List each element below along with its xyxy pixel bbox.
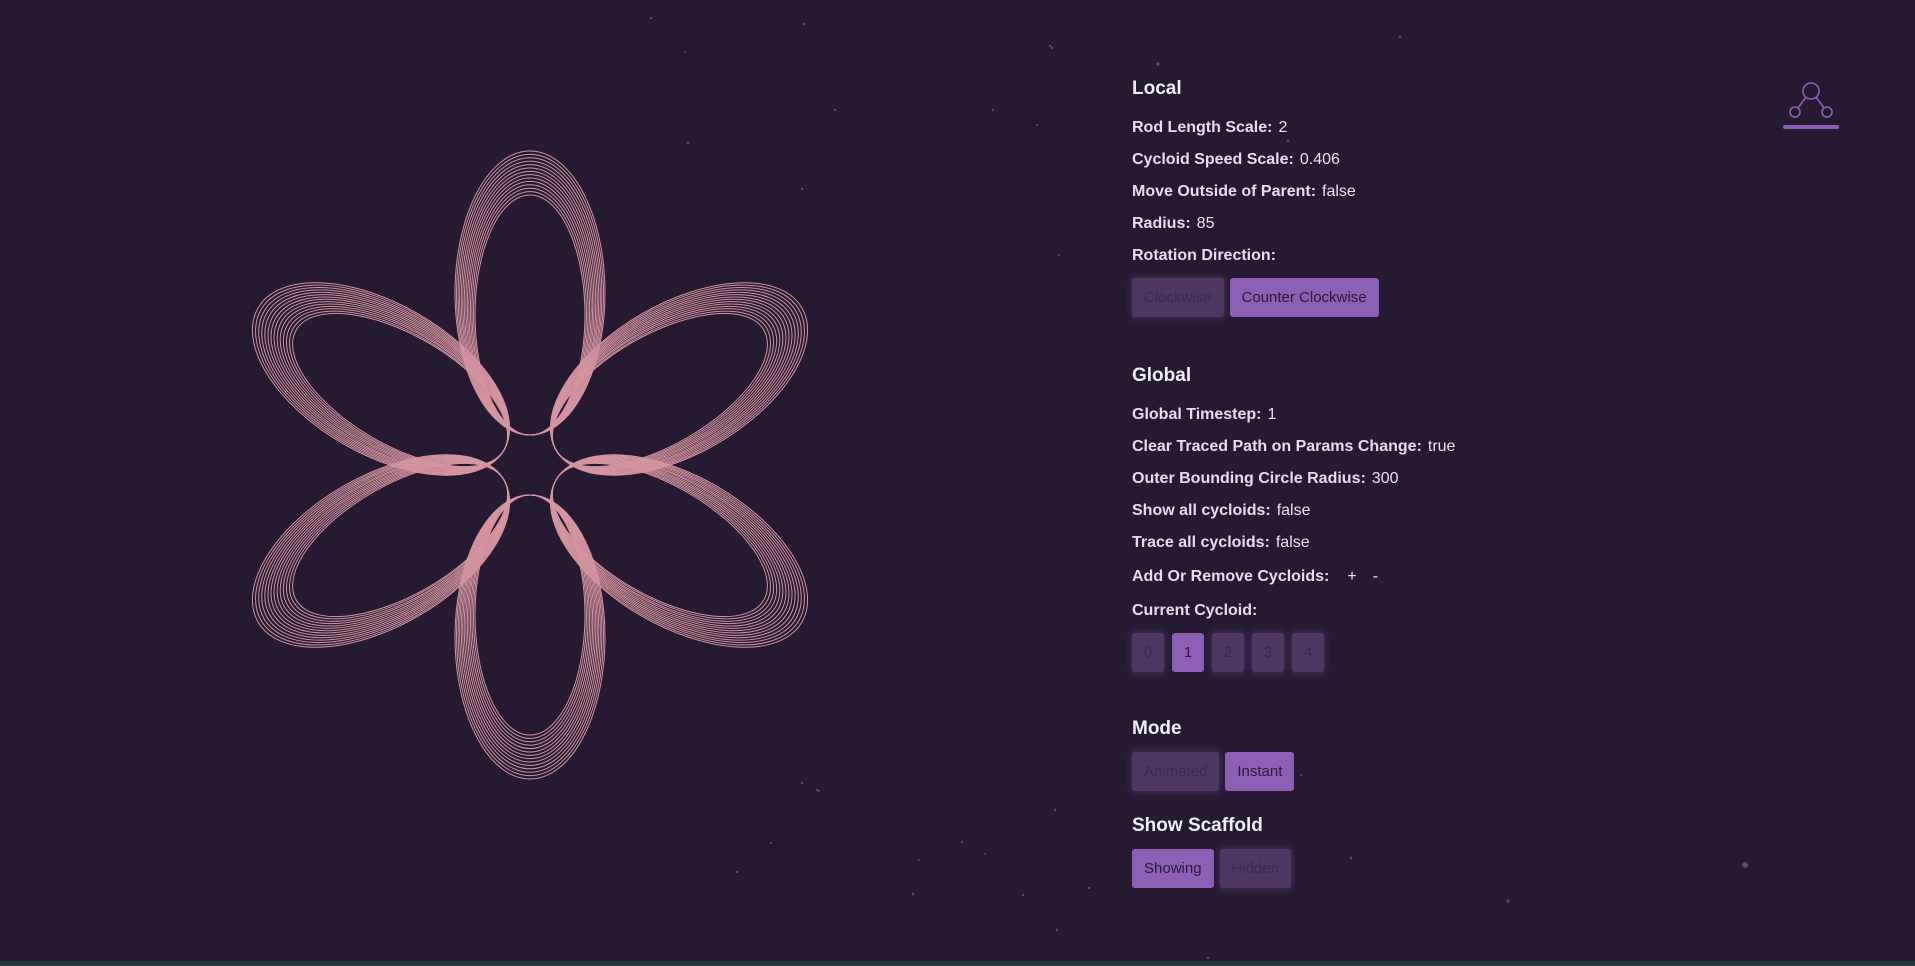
cycloid-0-button[interactable]: 0 — [1132, 633, 1164, 672]
current-cycloid-buttons: 01234 — [1132, 633, 1692, 672]
add-cycloid-button[interactable]: + — [1347, 559, 1356, 595]
spirograph-canvas[interactable] — [0, 0, 1060, 966]
cycloid-speed-scale-value[interactable]: 0.406 — [1300, 151, 1340, 168]
trace-all-cycloids-row[interactable]: Trace all cycloids: false — [1132, 527, 1692, 559]
mode-section-title: Mode — [1132, 718, 1182, 739]
clockwise-button[interactable]: Clockwise — [1132, 278, 1224, 317]
show-all-cycloids-label: Show all cycloids: — [1132, 502, 1271, 519]
trace-all-cycloids-value[interactable]: false — [1276, 534, 1310, 551]
trace-all-cycloids-label: Trace all cycloids: — [1132, 534, 1270, 551]
cycloid-speed-scale-row[interactable]: Cycloid Speed Scale: 0.406 — [1132, 144, 1692, 176]
global-timestep-row[interactable]: Global Timestep: 1 — [1132, 399, 1692, 431]
cycloid-speed-scale-label: Cycloid Speed Scale: — [1132, 151, 1294, 168]
controls-panel: Local Rod Length Scale: 2 Cycloid Speed S… — [1132, 76, 1692, 888]
radius-value[interactable]: 85 — [1197, 215, 1215, 232]
clear-traced-path-label: Clear Traced Path on Params Change: — [1132, 438, 1422, 455]
current-cycloid-row: Current Cycloid: — [1132, 595, 1692, 627]
outer-circle-radius-label: Outer Bounding Circle Radius: — [1132, 470, 1366, 487]
local-section-title: Local — [1132, 78, 1182, 99]
scaffold-showing-button[interactable]: Showing — [1132, 849, 1214, 888]
bottom-strip — [0, 961, 1915, 966]
spirograph-loop — [474, 494, 586, 736]
animated-mode-button[interactable]: Animated — [1132, 752, 1220, 791]
instant-mode-button[interactable]: Instant — [1225, 752, 1295, 791]
clear-traced-path-value[interactable]: true — [1428, 438, 1456, 455]
scaffold-section-title: Show Scaffold — [1132, 815, 1263, 836]
show-all-cycloids-row[interactable]: Show all cycloids: false — [1132, 495, 1692, 527]
scaffold-buttons: Showing Hidden — [1132, 849, 1692, 888]
rotation-direction-row: Rotation Direction: — [1132, 240, 1692, 272]
move-outside-parent-row[interactable]: Move Outside of Parent: false — [1132, 176, 1692, 208]
cycloid-2-button[interactable]: 2 — [1212, 633, 1244, 672]
spirograph-loop — [474, 194, 586, 436]
scaffold-hidden-button[interactable]: Hidden — [1219, 849, 1292, 888]
nodes-graph-icon[interactable] — [1782, 80, 1840, 130]
rotation-direction-buttons: Clockwise Counter Clockwise — [1132, 278, 1692, 317]
move-outside-parent-label: Move Outside of Parent: — [1132, 183, 1317, 200]
outer-circle-radius-row[interactable]: Outer Bounding Circle Radius: 300 — [1132, 463, 1692, 495]
mode-section: Mode Animated Instant — [1132, 716, 1692, 791]
cycloid-3-button[interactable]: 3 — [1252, 633, 1284, 672]
global-timestep-label: Global Timestep: — [1132, 406, 1262, 423]
global-section-title: Global — [1132, 365, 1192, 386]
radius-label: Radius: — [1132, 215, 1191, 232]
scaffold-section: Show Scaffold Showing Hidden — [1132, 813, 1692, 888]
cycloid-1-button[interactable]: 1 — [1172, 633, 1204, 672]
global-section: Global Global Timestep: 1 Clear Traced Pa… — [1132, 363, 1692, 672]
cycloid-4-button[interactable]: 4 — [1292, 633, 1324, 672]
rod-length-scale-value[interactable]: 2 — [1278, 119, 1287, 136]
rotation-direction-label: Rotation Direction: — [1132, 247, 1276, 264]
show-all-cycloids-value[interactable]: false — [1277, 502, 1311, 519]
clear-traced-path-row[interactable]: Clear Traced Path on Params Change: true — [1132, 431, 1692, 463]
global-timestep-value[interactable]: 1 — [1268, 406, 1277, 423]
local-section: Local Rod Length Scale: 2 Cycloid Speed S… — [1132, 76, 1692, 317]
app-page: Local Rod Length Scale: 2 Cycloid Speed S… — [0, 0, 1915, 966]
radius-row[interactable]: Radius: 85 — [1132, 208, 1692, 240]
rod-length-scale-row[interactable]: Rod Length Scale: 2 — [1132, 112, 1692, 144]
mode-buttons: Animated Instant — [1132, 752, 1692, 791]
counter-clockwise-button[interactable]: Counter Clockwise — [1229, 278, 1379, 317]
move-outside-parent-value[interactable]: false — [1322, 183, 1356, 200]
outer-circle-radius-value[interactable]: 300 — [1372, 470, 1399, 487]
add-remove-cycloids-label: Add Or Remove Cycloids: — [1132, 568, 1330, 585]
add-remove-cycloids-row: Add Or Remove Cycloids: + - — [1132, 559, 1692, 595]
rod-length-scale-label: Rod Length Scale: — [1132, 119, 1273, 136]
spirograph-curve-group — [251, 150, 809, 780]
current-cycloid-label: Current Cycloid: — [1132, 602, 1258, 619]
remove-cycloid-button[interactable]: - — [1373, 559, 1378, 595]
